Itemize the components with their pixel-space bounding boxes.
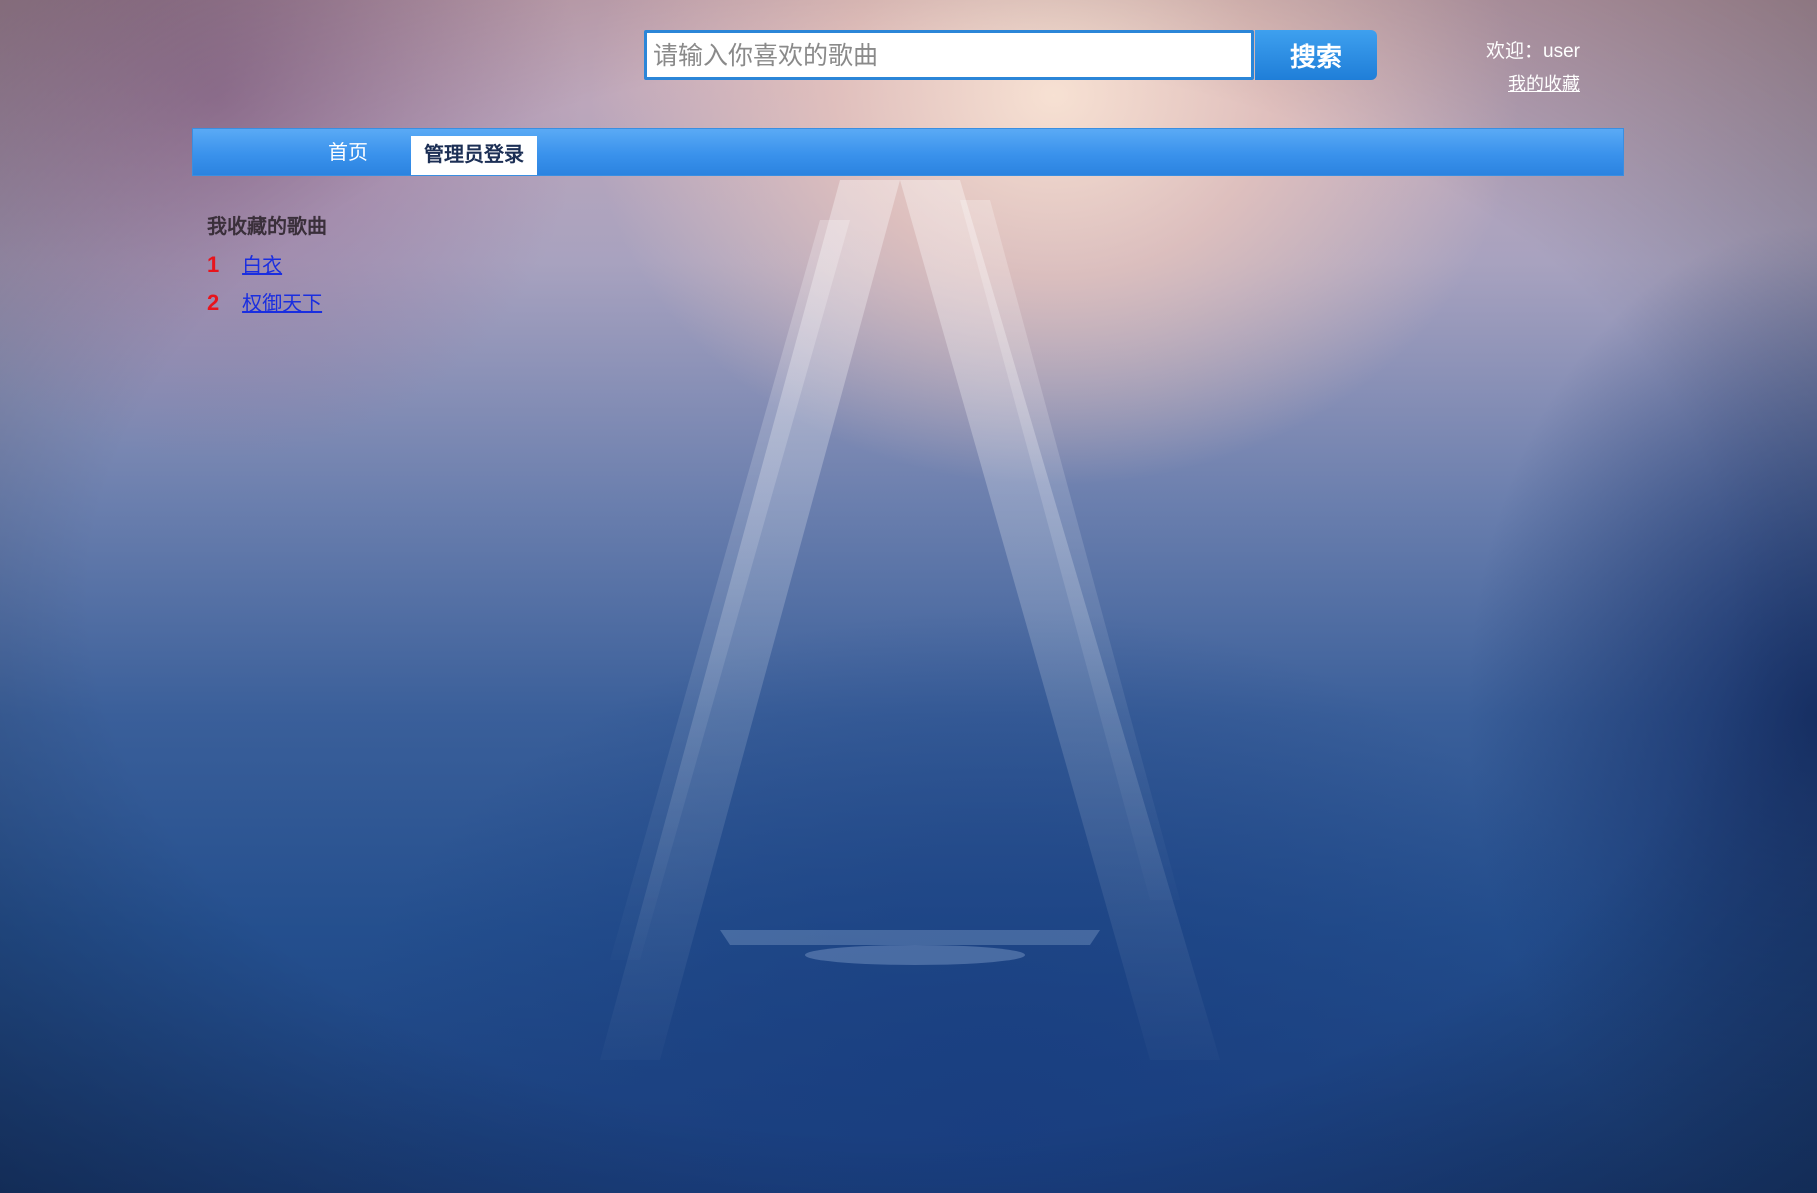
song-number: 1	[207, 252, 220, 277]
search-bar: 搜索	[644, 30, 1377, 80]
background-art	[0, 0, 1817, 1193]
list-item: 1 白衣	[207, 250, 322, 288]
search-input[interactable]	[644, 30, 1254, 80]
favorite-songs-list: 1 白衣 2 权御天下	[207, 250, 322, 326]
song-link[interactable]: 权御天下	[242, 291, 322, 315]
welcome-text: 欢迎：user	[1486, 41, 1580, 62]
nav-home[interactable]: 首页	[313, 129, 383, 175]
song-link[interactable]: 白衣	[242, 253, 282, 277]
list-item: 2 权御天下	[207, 288, 322, 326]
nav-admin-login[interactable]: 管理员登录	[411, 136, 537, 175]
user-panel: 欢迎：user 我的收藏	[1430, 40, 1580, 96]
main-nav: 首页 管理员登录	[192, 128, 1624, 176]
song-number: 2	[207, 290, 220, 315]
search-button[interactable]: 搜索	[1255, 30, 1377, 80]
my-favorites-link[interactable]: 我的收藏	[1508, 70, 1580, 96]
page-title: 我收藏的歌曲	[207, 214, 327, 238]
